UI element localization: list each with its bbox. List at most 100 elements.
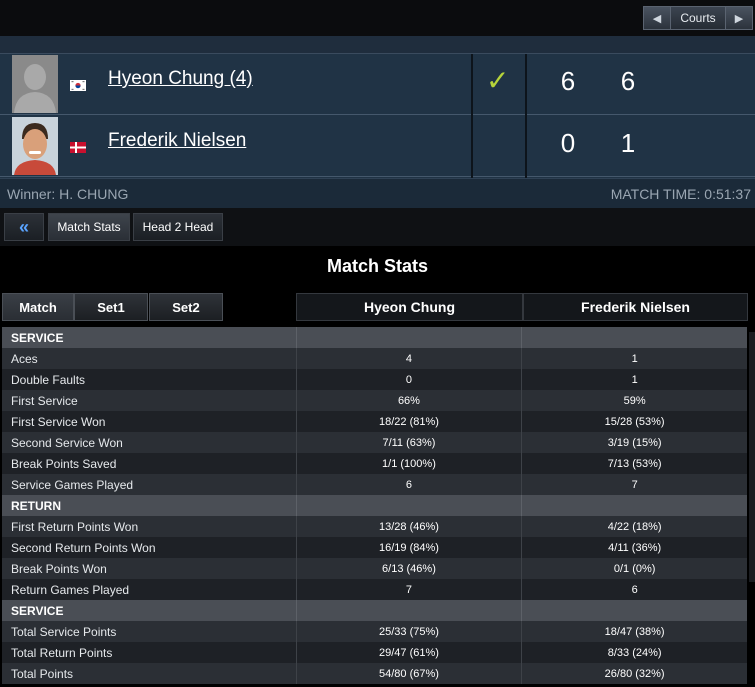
stat-value-player2: 1: [521, 369, 747, 390]
tab-head-2-head[interactable]: Head 2 Head: [133, 213, 223, 241]
arrow-left-icon[interactable]: ◀: [643, 6, 671, 30]
set-score: 1: [620, 128, 636, 158]
stat-value-player2: [521, 327, 747, 348]
player-row: Frederik Nielsen 0 1: [0, 116, 755, 177]
stat-value-player1: 66%: [295, 390, 522, 411]
stat-value-player2: 6: [521, 579, 747, 600]
panel-title: Match Stats: [326, 256, 429, 276]
stat-label: First Service Won: [11, 414, 106, 429]
tab-set2[interactable]: Set2: [149, 293, 223, 321]
south-korea-flag-icon: [70, 78, 86, 91]
winner-text: Winner: H. CHUNG: [7, 186, 129, 202]
stat-value-player1: 18/22 (81%): [295, 411, 522, 432]
stat-value-player2: 7/13 (53%): [521, 453, 747, 474]
stat-row: Second Return Points Won 16/19 (84%) 4/11 …: [2, 537, 747, 558]
stat-label: Total Points: [11, 666, 74, 681]
stat-value-player2: 4/11 (36%): [521, 537, 747, 558]
stat-value-player2: 4/22 (18%): [521, 516, 747, 537]
stat-value-player2: 18/47 (38%): [521, 621, 747, 642]
header-band: [0, 36, 755, 54]
stat-row: First Return Points Won 13/28 (46%) 4/22 (…: [2, 516, 747, 537]
stat-label: Second Return Points Won: [11, 540, 156, 555]
match-stats-panel: Match Stats Match Set1 Set2 Hyeon Chung …: [0, 246, 755, 687]
tabs-row: « Match Stats Head 2 Head: [0, 208, 755, 246]
match-time: MATCH TIME: 0:51:37: [610, 186, 751, 202]
stat-value-player2: 26/80 (32%): [521, 663, 747, 684]
stat-label: Break Points Won: [11, 561, 107, 576]
scoreboard: Hyeon Chung (4) ✓ 6 6 Frederik Nielsen 0…: [0, 54, 755, 178]
stat-label: Return Games Played: [11, 582, 130, 597]
stat-value-player1: 7/11 (63%): [295, 432, 522, 453]
stat-value-player1: [295, 600, 522, 621]
winner-bar: Winner: H. CHUNG MATCH TIME: 0:51:37: [0, 178, 755, 208]
section-header-row: SERVICE: [2, 600, 747, 621]
stat-label: RETURN: [11, 498, 61, 513]
tab-match-stats[interactable]: Match Stats: [48, 213, 130, 241]
stat-label: Total Return Points: [11, 645, 113, 660]
stat-value-player1: 1/1 (100%): [295, 453, 522, 474]
stat-value-player2: 1: [521, 348, 747, 369]
stat-label: SERVICE: [11, 603, 64, 618]
column-header-player2: Frederik Nielsen: [523, 293, 748, 321]
player-name-link[interactable]: Frederik Nielsen: [108, 130, 246, 152]
stat-label: Double Faults: [11, 372, 86, 387]
back-double-chevron-icon[interactable]: «: [4, 213, 44, 241]
stat-label: Second Service Won: [11, 435, 123, 450]
set-score: 0: [560, 128, 576, 158]
tab-set1[interactable]: Set1: [74, 293, 148, 321]
stat-value-player1: [295, 495, 522, 516]
stat-row: Double Faults 0 1: [2, 369, 747, 390]
scrollbar[interactable]: [749, 332, 755, 582]
stat-row: Break Points Saved 1/1 (100%) 7/13 (53%): [2, 453, 747, 474]
stat-row: Service Games Played 6 7: [2, 474, 747, 495]
player-name-link[interactable]: Hyeon Chung (4): [108, 68, 253, 90]
stat-value-player1: 25/33 (75%): [295, 621, 522, 642]
stat-row: Second Service Won 7/11 (63%) 3/19 (15%): [2, 432, 747, 453]
courts-navigator: ◀ Courts ▶: [643, 6, 753, 30]
arrow-right-icon[interactable]: ▶: [725, 6, 753, 30]
stat-value-player1: 29/47 (61%): [295, 642, 522, 663]
top-bar: ◀ Courts ▶: [0, 0, 755, 36]
stat-row: Aces 4 1: [2, 348, 747, 369]
stat-value-player2: 15/28 (53%): [521, 411, 747, 432]
stat-value-player2: 59%: [521, 390, 747, 411]
stat-label: Break Points Saved: [11, 456, 117, 471]
set-score: 6: [620, 66, 636, 96]
section-header-row: RETURN: [2, 495, 747, 516]
stat-row: First Service Won 18/22 (81%) 15/28 (53%): [2, 411, 747, 432]
stat-label: Service Games Played: [11, 477, 134, 492]
stat-value-player1: 6: [295, 474, 522, 495]
section-header-row: SERVICE: [2, 327, 747, 348]
player-photo: [12, 117, 58, 175]
stat-value-player2: [521, 495, 747, 516]
stat-value-player2: 3/19 (15%): [521, 432, 747, 453]
stat-label: First Return Points Won: [11, 519, 139, 534]
stat-value-player1: 13/28 (46%): [295, 516, 522, 537]
stat-label: First Service: [11, 393, 78, 408]
stat-label: SERVICE: [11, 330, 64, 345]
stat-row: Total Service Points 25/33 (75%) 18/47 (38…: [2, 621, 747, 642]
denmark-flag-icon: [70, 140, 86, 153]
stat-label: Aces: [11, 351, 38, 366]
stat-label: Total Service Points: [11, 624, 117, 639]
stat-value-player1: 54/80 (67%): [295, 663, 522, 684]
stat-row: Return Games Played 7 6: [2, 579, 747, 600]
stat-value-player1: 0: [295, 369, 522, 390]
courts-label[interactable]: Courts: [671, 6, 725, 30]
column-divider: [471, 54, 473, 178]
winner-check-icon: ✓: [486, 65, 510, 96]
stat-value-player1: 6/13 (46%): [295, 558, 522, 579]
player-row: Hyeon Chung (4) ✓ 6 6: [0, 54, 755, 115]
column-divider: [525, 54, 527, 178]
stat-row: Total Points 54/80 (67%) 26/80 (32%): [2, 663, 747, 684]
stat-row: First Service 66% 59%: [2, 390, 747, 411]
stat-value-player2: [521, 600, 747, 621]
player-photo-placeholder: [12, 55, 58, 113]
stat-row: Break Points Won 6/13 (46%) 0/1 (0%): [2, 558, 747, 579]
tab-match[interactable]: Match: [2, 293, 74, 321]
stat-value-player1: 4: [295, 348, 522, 369]
stat-value-player2: 7: [521, 474, 747, 495]
stat-value-player1: 16/19 (84%): [295, 537, 522, 558]
column-header-player1: Hyeon Chung: [296, 293, 523, 321]
stat-value-player2: 8/33 (24%): [521, 642, 747, 663]
